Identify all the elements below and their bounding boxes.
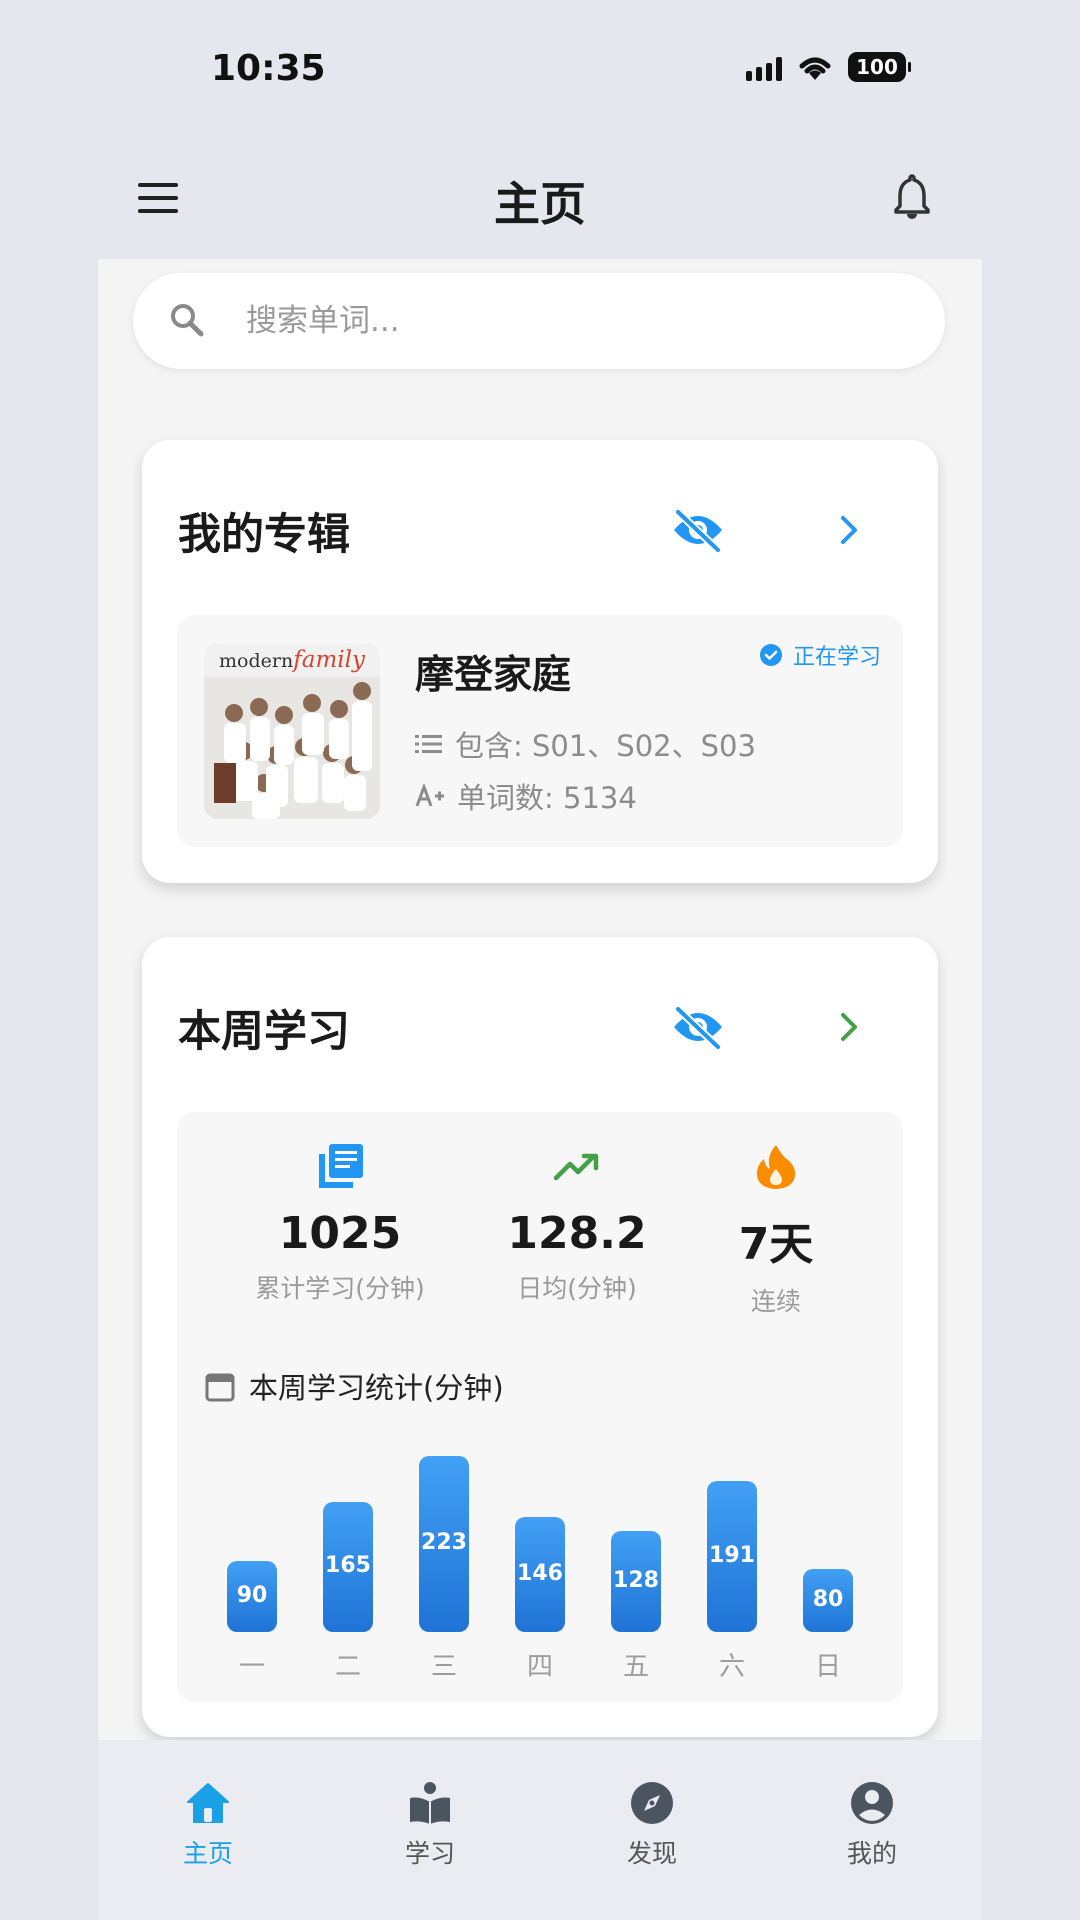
album-title: 摩登家庭	[415, 653, 572, 698]
chart-day-label: 一	[238, 1652, 265, 1682]
my-album-card: 我的专辑 modernfamily 摩登家庭 正在学习 包含: S01、S02、…	[142, 440, 938, 883]
fire-icon	[756, 1145, 796, 1189]
account-circle-icon	[851, 1782, 893, 1824]
nav-item-home[interactable]: 主页	[148, 1780, 268, 1870]
book-reader-icon	[410, 1782, 450, 1824]
nav-item-study[interactable]: 学习	[370, 1780, 490, 1870]
chart-day-label: 四	[526, 1652, 553, 1682]
album-cover-image: modernfamily	[204, 643, 380, 819]
cellular-signal-icon	[746, 53, 782, 81]
search-icon	[171, 304, 204, 337]
chart-day-label: 六	[718, 1652, 745, 1682]
chart-day-label: 日	[814, 1652, 841, 1682]
chart-bar-value: 90	[236, 1582, 268, 1608]
chart-bar-value: 191	[709, 1542, 755, 1568]
stat-value: 128.2	[507, 1208, 647, 1259]
calendar-icon	[205, 1373, 235, 1402]
search-bar[interactable]	[133, 273, 945, 369]
weekly-study-card: 本周学习 1025 累计学习(分钟) 128.2 日均(分钟) 7天 连续 本周…	[142, 937, 938, 1737]
battery-icon: 100	[848, 52, 911, 82]
learning-badge: 正在学习	[759, 639, 881, 671]
stat-label: 日均(分钟)	[517, 1274, 637, 1303]
chart-bar-value: 128	[613, 1567, 659, 1593]
stat-value: 7天	[738, 1219, 814, 1270]
list-icon	[415, 735, 442, 753]
check-circle-icon	[759, 644, 782, 666]
nav-item-me[interactable]: 我的	[812, 1780, 932, 1870]
chart-title: 本周学习统计(分钟)	[205, 1365, 504, 1407]
chart-bar-value: 80	[812, 1586, 844, 1612]
page-title: 主页	[494, 177, 586, 231]
chart-day-label: 五	[622, 1652, 649, 1682]
weekly-card-title: 本周学习	[178, 1007, 350, 1057]
nav-label: 学习	[404, 1839, 455, 1868]
wifi-icon	[799, 57, 831, 80]
stats-panel: 1025 累计学习(分钟) 128.2 日均(分钟) 7天 连续 本周学习统计(…	[177, 1112, 903, 1702]
nav-item-discover[interactable]: 发现	[592, 1780, 712, 1870]
chart-bar-value: 165	[325, 1553, 371, 1578]
search-input[interactable]	[246, 295, 886, 347]
stat-label: 连续	[750, 1287, 801, 1316]
stat-streak: 7天 连续	[701, 1142, 851, 1318]
bottom-navigation: 主页 学习 发现 我的	[98, 1740, 982, 1920]
side-margin-left	[0, 0, 98, 1920]
album-card-title: 我的专辑	[178, 510, 350, 560]
app-screen: 10:35 100 主页 搜索单词... 我的专辑 modernfamily 摩…	[98, 0, 982, 1920]
chevron-right-icon[interactable]	[834, 512, 864, 548]
stat-daily-average: 128.2 日均(分钟)	[477, 1142, 677, 1305]
home-icon	[187, 1783, 229, 1823]
bell-icon[interactable]	[890, 172, 934, 220]
weekly-bar-chart: 90 一 165 二 223 三 146 四 128 五 191 六 80 日	[177, 1412, 903, 1702]
status-icons: 100	[746, 52, 911, 82]
chart-bar-value: 146	[517, 1560, 563, 1586]
side-margin-right	[982, 0, 1080, 1920]
album-word-count: 单词数: 5134	[415, 775, 637, 817]
album-seasons: 包含: S01、S02、S03	[415, 723, 756, 765]
status-time: 10:35	[211, 48, 326, 89]
nav-label: 发现	[626, 1839, 677, 1868]
nav-label: 我的	[846, 1839, 897, 1868]
stat-label: 累计学习(分钟)	[255, 1274, 425, 1303]
nav-label: 主页	[182, 1839, 233, 1868]
eye-off-icon[interactable]	[670, 508, 726, 552]
stat-value: 1025	[278, 1208, 402, 1259]
trending-up-icon	[553, 1153, 599, 1181]
library-books-icon	[319, 1144, 363, 1188]
eye-off-icon[interactable]	[670, 1005, 726, 1049]
compass-icon	[631, 1782, 673, 1824]
chevron-right-icon[interactable]	[834, 1009, 864, 1045]
stat-total-minutes: 1025 累计学习(分钟)	[235, 1142, 445, 1305]
chart-day-label: 三	[430, 1652, 457, 1682]
chart-bar-value: 223	[421, 1530, 467, 1555]
chart-day-label: 二	[334, 1652, 361, 1682]
text-size-icon	[415, 784, 444, 807]
album-item[interactable]: modernfamily 摩登家庭 正在学习 包含: S01、S02、S03 单…	[177, 615, 903, 847]
top-bar: 10:35 100 主页	[98, 0, 982, 259]
page: 10:35 100 主页 搜索单词... 我的专辑 modernfamily 摩…	[0, 0, 1080, 1920]
